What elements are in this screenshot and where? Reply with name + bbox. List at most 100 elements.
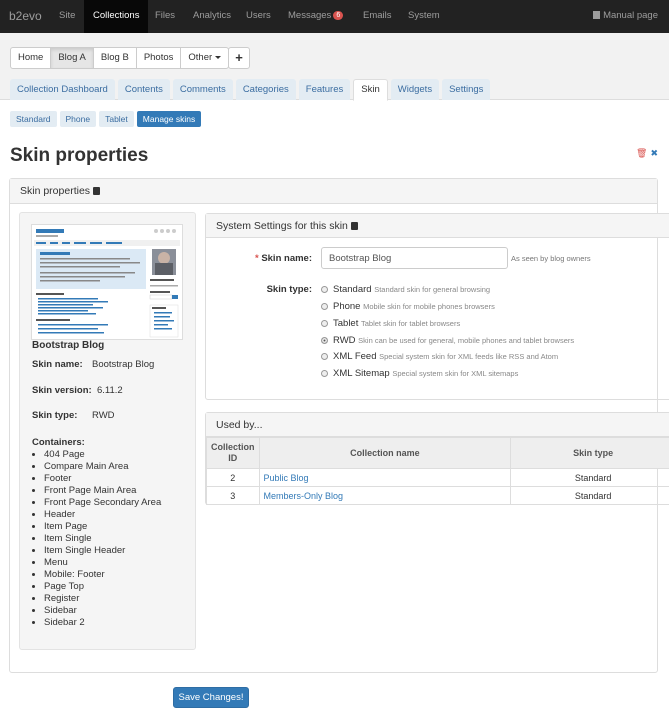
skin-version-value: 6.11.2 [97,385,123,396]
skin-name-field-label: * Skin name: [254,253,312,264]
skin-type-option-rwd[interactable]: RWD Skin can be used for general, mobile… [321,335,574,346]
collection-tabs: Collection Dashboard Contents Comments C… [10,79,493,101]
add-collection-button[interactable]: + [228,47,250,69]
skin-version-label: Skin version: [32,385,92,396]
list-item: Register [44,593,161,605]
list-item: Sidebar 2 [44,617,161,629]
table-row: 2 Public Blog Standard [206,468,669,487]
tab-skin[interactable]: Skin [353,79,388,101]
option-note: Standard skin for general browsing [374,285,491,294]
skin-name-heading: Bootstrap Blog [32,340,105,351]
skin-screenshot [31,224,183,340]
title-actions: 🗑 ✖ [636,148,658,159]
radio-button[interactable] [321,353,328,360]
option-note: Tablet skin for tablet browsers [361,319,461,328]
manual-page-link[interactable]: Manual page [593,10,658,21]
tab-widgets[interactable]: Widgets [390,79,440,100]
collection-blog-b-button[interactable]: Blog B [92,47,137,69]
manual-page-label: Manual page [603,10,658,21]
option-label: Standard [333,284,372,295]
option-label: Phone [333,301,361,312]
list-item: Front Page Secondary Area [44,497,161,509]
skin-type-label: Skin type: [32,410,78,421]
subtab-standard[interactable]: Standard [10,111,57,127]
nav-emails[interactable]: Emails [363,10,392,21]
collection-other-label: Other [188,52,213,63]
column-header[interactable]: Collection name [258,437,512,469]
used-by-table: Collection ID Collection name Skin type … [206,437,669,505]
option-note: Skin can be used for general, mobile pho… [358,336,575,345]
nav-users[interactable]: Users [246,10,271,21]
table-header-row: Collection ID Collection name Skin type [206,437,669,469]
nav-analytics[interactable]: Analytics [193,10,231,21]
nav-files[interactable]: Files [155,10,175,21]
top-navbar: b2evo Site Collections Files Analytics U… [0,0,669,33]
radio-button[interactable] [321,370,328,377]
radio-button-checked[interactable] [321,337,328,344]
skin-type-option-tablet[interactable]: Tablet Tablet skin for tablet browsers [321,318,460,329]
nav-collections[interactable]: Collections [84,0,149,33]
system-settings-title: System Settings for this skin [216,220,348,232]
panel-heading: Skin properties [10,179,657,204]
collection-other-dropdown[interactable]: Other [180,47,230,69]
tab-features[interactable]: Features [298,79,351,100]
skin-type-option-xml-feed[interactable]: XML Feed Special system skin for XML fee… [321,351,558,362]
option-label: XML Sitemap [333,368,390,379]
list-item: Sidebar [44,605,161,617]
option-note: Special system skin for XML sitemaps [392,369,519,378]
radio-button[interactable] [321,286,328,293]
page-title: Skin properties [10,145,149,166]
skin-type-value: RWD [92,410,115,421]
skin-type-cell: Standard [510,468,669,487]
skin-subtabs: Standard Phone Tablet Manage skins [10,111,204,127]
column-header[interactable]: Collection ID [206,437,260,469]
list-item: Item Single Header [44,545,161,557]
skin-type-option-xml-sitemap[interactable]: XML Sitemap Special system skin for XML … [321,368,518,379]
skin-type-cell: Standard [510,486,669,505]
collection-selector: Home Blog A Blog B Photos Other [10,47,230,69]
skin-name-value: Bootstrap Blog [92,359,155,370]
list-item: Front Page Main Area [44,485,161,497]
brand-logo[interactable]: b2evo [9,9,42,23]
option-label: XML Feed [333,351,377,362]
tab-comments[interactable]: Comments [172,79,233,100]
chevron-down-icon [215,56,222,59]
list-item: Item Single [44,533,161,545]
column-header[interactable]: Skin type [510,437,669,469]
tab-contents[interactable]: Contents [117,79,170,100]
list-item: Menu [44,557,161,569]
skin-name-label: Skin name: [32,359,83,370]
messages-count-badge: 6 [333,11,344,20]
subtab-phone[interactable]: Phone [59,111,97,127]
subtab-tablet[interactable]: Tablet [99,111,134,127]
save-changes-button[interactable]: Save Changes! [173,687,249,708]
skin-type-option-phone[interactable]: Phone Mobile skin for mobile phones brow… [321,301,495,312]
collection-home-button[interactable]: Home [10,47,52,69]
close-icon[interactable]: ✖ [650,148,658,158]
collection-photos-button[interactable]: Photos [135,47,182,69]
collection-link[interactable]: Public Blog [264,473,309,483]
option-label: Tablet [333,318,359,329]
used-by-heading: Used by... [206,413,669,437]
collection-id-cell: 2 [206,468,260,487]
skin-type-option-standard[interactable]: Standard Standard skin for general brows… [321,284,490,295]
collection-link[interactable]: Members-Only Blog [264,491,344,501]
subtab-manage-skins[interactable]: Manage skins [136,111,202,127]
list-item: Footer [44,473,161,485]
list-item: Header [44,509,161,521]
containers-label: Containers: [32,437,85,448]
nav-messages[interactable]: Messages 6 [288,10,344,21]
collection-blog-a-button[interactable]: Blog A [50,47,94,69]
book-icon[interactable] [350,222,358,230]
radio-button[interactable] [321,320,328,327]
nav-site[interactable]: Site [59,10,75,21]
skin-name-input[interactable] [321,247,508,269]
book-icon[interactable] [93,187,101,195]
tab-collection-dashboard[interactable]: Collection Dashboard [10,79,115,100]
tab-categories[interactable]: Categories [235,79,296,100]
radio-button[interactable] [321,303,328,310]
nav-system[interactable]: System [408,10,440,21]
tab-settings[interactable]: Settings [442,79,491,100]
trash-icon[interactable]: 🗑 [636,148,647,158]
skin-name-row: Skin name: Bootstrap Blog [32,359,154,370]
